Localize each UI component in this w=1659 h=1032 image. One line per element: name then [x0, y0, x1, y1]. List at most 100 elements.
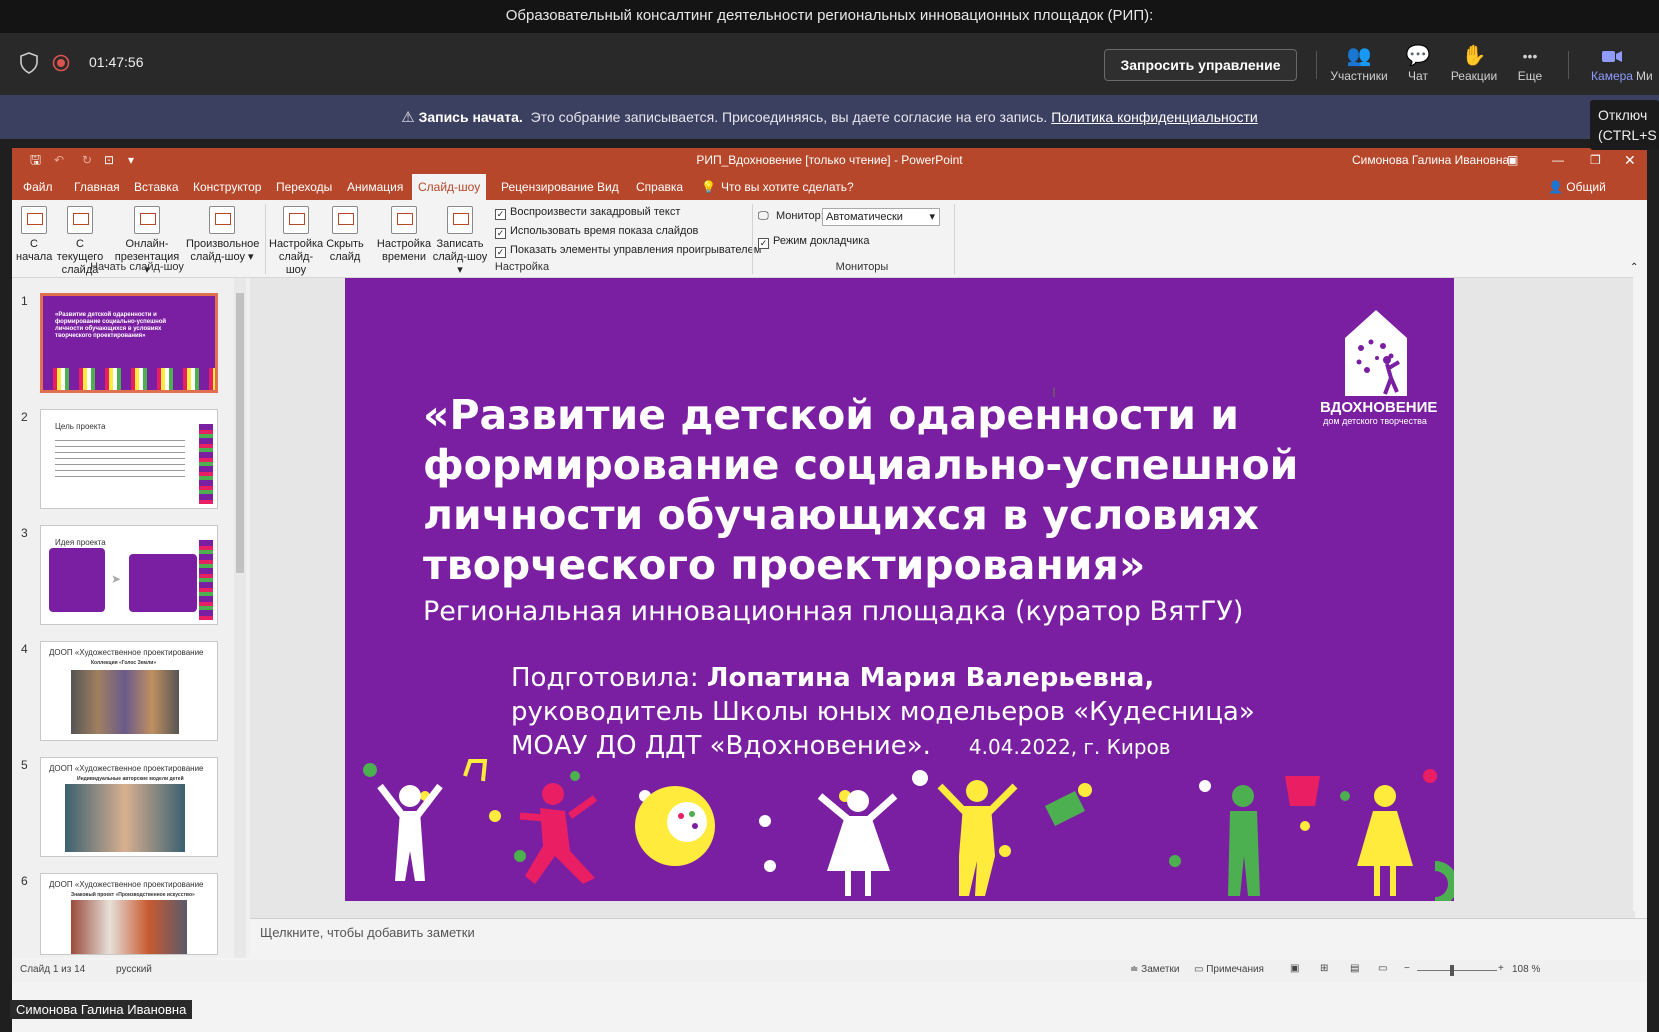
timings-checkbox[interactable]: ✓ Использовать время показа слайдов [495, 225, 698, 239]
presenter-view-checkbox[interactable]: ✓ Режим докладчика [758, 235, 869, 249]
group-start-label: Начать слайд-шоу [90, 261, 184, 273]
notes-placeholder: Щелкните, чтобы добавить заметки [260, 925, 475, 940]
comments-toggle-label: Примечания [1206, 964, 1264, 975]
slide-thumbnail-1[interactable]: «Развитие детской одаренности и формиров… [40, 293, 218, 393]
tab-home[interactable]: Главная [68, 174, 126, 200]
slide-scrollbar[interactable] [1633, 266, 1647, 911]
thumb-photo [65, 784, 185, 852]
slideshow-start-icon [21, 206, 47, 234]
slide-thumbnail-2[interactable]: Цель проекта [40, 409, 218, 509]
reactions-button[interactable]: ✋ Реакции [1444, 43, 1504, 83]
slide-author-block: Подготовила: Лопатина Мария Валерьевна, … [511, 661, 1255, 764]
slide-title-line-2: формирование социально-успешной [423, 441, 1299, 489]
participants-icon: 👥 [1346, 45, 1372, 67]
notes-toggle-label: Заметки [1141, 964, 1180, 975]
ribbon-divider [265, 204, 266, 274]
setup-label-2: слайд-шоу [278, 251, 314, 276]
share-button[interactable]: 👤 Общий доступ [1542, 174, 1647, 220]
shield-icon [20, 52, 38, 74]
from-start-button[interactable]: Сначала [16, 206, 52, 264]
rehearse-timings-button[interactable]: Настройка времени [376, 206, 432, 264]
chat-button[interactable]: 💬 Чат [1388, 43, 1448, 83]
mic-icon [1636, 43, 1659, 69]
online-present-icon [134, 206, 160, 234]
slide-sorter-icon[interactable]: ⊞ [1320, 963, 1328, 974]
tell-me-search[interactable]: Что вы хотите сделать? [715, 174, 860, 200]
slide-thumbnail-4[interactable]: ДООП «Художественное проектирование Колл… [40, 641, 218, 741]
thumb-photo [71, 900, 187, 954]
camera-button[interactable]: Камера [1582, 43, 1642, 83]
zoom-slider[interactable] [1417, 970, 1497, 971]
zoom-out-icon[interactable]: − [1404, 963, 1410, 974]
close-icon[interactable]: ✕ [1624, 148, 1636, 172]
current-slide[interactable]: «Развитие детской одаренности и формиров… [345, 278, 1454, 901]
thumb-title: ДООП «Художественное проектирование [49, 880, 204, 889]
minimize-icon[interactable]: — [1552, 148, 1564, 172]
chat-icon: 💬 [1405, 45, 1431, 67]
thumb-title: ДООП «Художественное проектирование [49, 648, 204, 657]
slide-subtitle: Региональная инновационная площадка (кур… [423, 596, 1244, 627]
author-position: руководитель Школы юных модельеров «Куде… [511, 697, 1255, 727]
from-current-label-1: С текущего [56, 238, 104, 263]
slideshow-view-icon[interactable]: ▭ [1378, 963, 1387, 974]
ribbon-divider [752, 204, 753, 274]
thumb-subtitle: Индивидуальные авторские модели детей [77, 776, 184, 782]
notes-toggle[interactable]: ≐ Заметки [1130, 964, 1179, 975]
custom-slideshow-button[interactable]: Произвольное слайд-шоу ▾ [186, 206, 259, 264]
tab-insert[interactable]: Вставка [128, 174, 185, 200]
thumb-number: 3 [21, 526, 28, 540]
group-setup-label: Настройка [494, 261, 550, 273]
monitor-select[interactable]: Автоматически ▾ [822, 208, 940, 226]
chevron-down-icon: ▾ [929, 211, 935, 223]
slide-thumbnail-3[interactable]: Идея проекта ➤ [40, 525, 218, 625]
tooltip-line-2: (CTRL+S [1598, 127, 1657, 143]
setup-slideshow-button[interactable]: Настройка слайд-шоу [269, 206, 323, 277]
normal-view-icon[interactable]: ▣ [1290, 963, 1299, 974]
slide-thumbnail-6[interactable]: ДООП «Художественное проектирование Знак… [40, 873, 218, 955]
reactions-icon: ✋ [1461, 45, 1487, 67]
ribbon-divider [954, 204, 955, 274]
restore-icon[interactable]: ❐ [1590, 148, 1601, 172]
tab-file[interactable]: Файл [17, 174, 59, 200]
check-icon: ✓ [495, 247, 506, 258]
more-icon: ••• [1522, 48, 1538, 64]
zoom-slider-thumb[interactable] [1450, 965, 1454, 976]
thumb-decor [199, 540, 213, 620]
notes-pane[interactable]: Щелкните, чтобы добавить заметки [250, 918, 1647, 958]
language-indicator[interactable]: русский [116, 964, 152, 975]
media-controls-label: Показать элементы управления проигрывате… [510, 244, 762, 256]
tab-review[interactable]: Рецензирование [495, 174, 600, 200]
zoom-level[interactable]: 108 % [1512, 964, 1540, 975]
comments-toggle[interactable]: ▭ Примечания [1194, 964, 1264, 975]
ribbon-display-icon[interactable]: ▣ [1507, 148, 1518, 172]
tab-transitions[interactable]: Переходы [270, 174, 338, 200]
tab-design[interactable]: Конструктор [187, 174, 267, 200]
slide-thumbnail-5[interactable]: ДООП «Художественное проектирование Инди… [40, 757, 218, 857]
thumbnails-scrollbar-thumb[interactable] [236, 293, 244, 573]
setup-label-1: Настройка [269, 238, 324, 250]
tab-animations[interactable]: Анимация [341, 174, 409, 200]
participants-button[interactable]: 👥 Участники [1329, 43, 1389, 83]
reading-view-icon[interactable]: ▤ [1350, 963, 1359, 974]
timing-label-2: времени [382, 251, 426, 263]
hide-slide-button[interactable]: Скрыть слайд [325, 206, 365, 264]
request-control-button[interactable]: Запросить управление [1104, 49, 1297, 81]
zoom-in-icon[interactable]: + [1498, 963, 1504, 974]
tab-view[interactable]: Вид [591, 174, 625, 200]
meeting-timer: 01:47:56 [89, 54, 144, 70]
more-button[interactable]: ••• Еще [1500, 43, 1560, 83]
mic-button[interactable]: Ми [1636, 43, 1659, 83]
setup-slideshow-icon [283, 206, 309, 234]
tab-slideshow[interactable]: Слайд-шоу [412, 174, 487, 200]
slide-title-line-1: «Развитие детской одаренности и [423, 391, 1239, 439]
tooltip-line-1: Отключ [1598, 107, 1648, 123]
media-controls-checkbox[interactable]: ✓ Показать элементы управления проигрыват… [495, 244, 761, 258]
timing-label-1: Настройка [376, 238, 432, 250]
thumb-subtitle: Знаковый проект «Производственное искусс… [71, 892, 195, 898]
recording-icon [52, 54, 70, 72]
thumb-number: 5 [21, 758, 28, 772]
ribbon-tabs: Файл Главная Вставка Конструктор Переход… [12, 174, 1647, 220]
narration-checkbox[interactable]: ✓ Воспроизвести закадровый текст [495, 206, 680, 220]
privacy-policy-link[interactable]: Политика конфиденциальности [1051, 109, 1258, 125]
tab-help[interactable]: Справка [630, 174, 689, 200]
